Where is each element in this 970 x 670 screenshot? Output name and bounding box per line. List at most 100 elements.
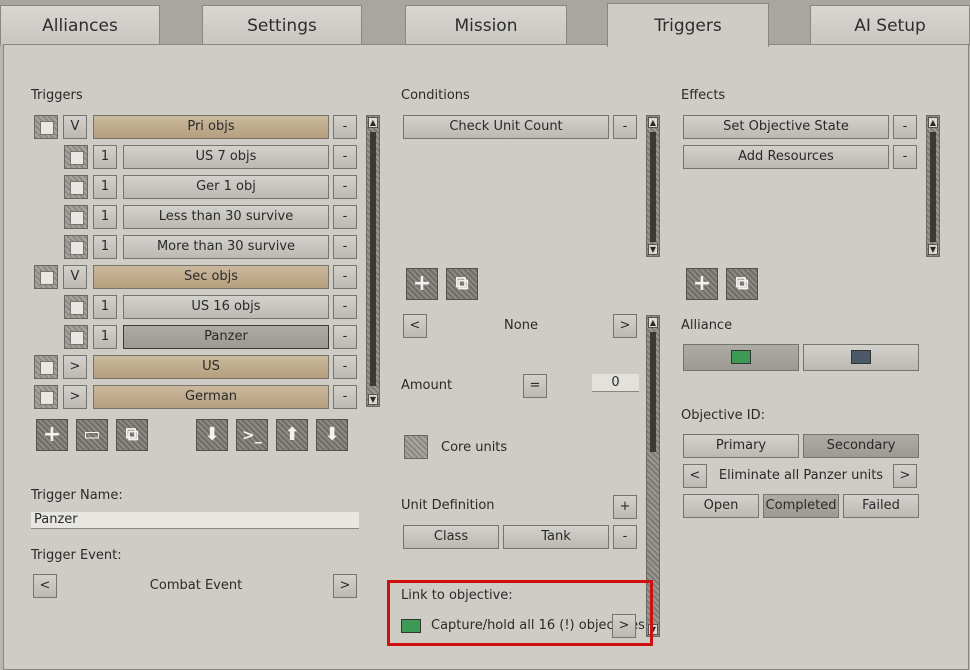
trigger-count: 1: [93, 175, 117, 199]
trigger-item-german[interactable]: German: [93, 385, 329, 409]
trigger-checkbox[interactable]: [64, 175, 88, 199]
trigger-event-next-button[interactable]: >: [333, 574, 357, 598]
trigger-name-input[interactable]: Panzer: [31, 512, 359, 529]
alliance-green-swatch: [731, 350, 751, 364]
trigger-checkbox[interactable]: [34, 355, 58, 379]
console-icon[interactable]: >_: [236, 419, 268, 451]
add-effect-button[interactable]: +: [686, 268, 718, 300]
copy-condition-icon[interactable]: ⧉: [446, 268, 478, 300]
remove-trigger-button[interactable]: -: [333, 355, 357, 379]
copy-effect-icon[interactable]: ⧉: [726, 268, 758, 300]
trigger-event-value: Combat Event: [149, 578, 243, 593]
add-unit-definition-button[interactable]: +: [613, 495, 637, 519]
remove-trigger-button[interactable]: -: [333, 265, 357, 289]
trigger-expand-toggle[interactable]: V: [63, 115, 87, 139]
trigger-item-us-16-objs[interactable]: US 16 objs: [123, 295, 329, 319]
remove-effect-button[interactable]: -: [893, 145, 917, 169]
add-condition-button[interactable]: +: [406, 268, 438, 300]
effect-item-set-objective-state[interactable]: Set Objective State: [683, 115, 889, 139]
condition-item-check-unit-count[interactable]: Check Unit Count: [403, 115, 609, 139]
trigger-checkbox[interactable]: [34, 115, 58, 139]
trigger-checkbox[interactable]: [34, 265, 58, 289]
copy-trigger-icon[interactable]: ⧉: [116, 419, 148, 451]
remove-trigger-button[interactable]: -: [333, 145, 357, 169]
alliance-option-green[interactable]: [683, 344, 799, 371]
scrollbar-thumb[interactable]: [370, 132, 376, 386]
effect-item-add-resources[interactable]: Add Resources: [683, 145, 889, 169]
trigger-item-ger-1-obj[interactable]: Ger 1 obj: [123, 175, 329, 199]
tab-alliances[interactable]: Alliances: [0, 5, 160, 45]
scroll-down-arrow-icon[interactable]: ▼: [368, 394, 378, 405]
state-failed-button[interactable]: Failed: [843, 494, 919, 518]
remove-unit-definition-button[interactable]: -: [613, 525, 637, 549]
scroll-up-arrow-icon[interactable]: ▲: [928, 117, 938, 128]
trigger-event-prev-button[interactable]: <: [33, 574, 57, 598]
highlight-box: [387, 580, 653, 646]
unit-def-class-cell[interactable]: Class: [403, 525, 499, 549]
unit-definition-label: Unit Definition: [401, 498, 495, 513]
trigger-item-pri-objs[interactable]: Pri objs: [93, 115, 329, 139]
remove-trigger-button[interactable]: -: [333, 295, 357, 319]
tab-triggers[interactable]: Triggers: [607, 3, 769, 47]
objective-type-secondary[interactable]: Secondary: [803, 434, 919, 458]
remove-trigger-button[interactable]: -: [333, 385, 357, 409]
import-icon[interactable]: ⬇: [196, 419, 228, 451]
trigger-checkbox[interactable]: [64, 205, 88, 229]
effects-scrollbar[interactable]: ▲ ▼: [926, 115, 940, 257]
state-open-button[interactable]: Open: [683, 494, 759, 518]
trigger-item-us-7-objs[interactable]: US 7 objs: [123, 145, 329, 169]
trigger-count: 1: [93, 325, 117, 349]
scrollbar-thumb[interactable]: [650, 132, 656, 242]
trigger-checkbox[interactable]: [64, 145, 88, 169]
move-down-icon[interactable]: ⬇: [316, 419, 348, 451]
tab-mission[interactable]: Mission: [405, 5, 567, 45]
scroll-up-arrow-icon[interactable]: ▲: [648, 117, 658, 128]
move-up-icon[interactable]: ⬆: [276, 419, 308, 451]
trigger-item-panzer[interactable]: Panzer: [123, 325, 329, 349]
objective-prev-button[interactable]: <: [683, 464, 707, 488]
trigger-item-sec-objs[interactable]: Sec objs: [93, 265, 329, 289]
core-units-checkbox[interactable]: [404, 435, 428, 459]
triggers-heading: Triggers: [31, 88, 83, 103]
scroll-up-arrow-icon[interactable]: ▲: [368, 117, 378, 128]
remove-trigger-button[interactable]: -: [333, 205, 357, 229]
scrollbar-thumb[interactable]: [650, 332, 656, 452]
trigger-item-less-than-30[interactable]: Less than 30 survive: [123, 205, 329, 229]
scroll-up-arrow-icon[interactable]: ▲: [648, 317, 658, 328]
trigger-item-us[interactable]: US: [93, 355, 329, 379]
condition-selector-value: None: [504, 318, 538, 333]
conditions-scrollbar[interactable]: ▲ ▼: [646, 115, 660, 257]
trigger-checkbox[interactable]: [64, 295, 88, 319]
amount-input[interactable]: 0: [592, 374, 639, 392]
remove-trigger-button[interactable]: -: [333, 175, 357, 199]
remove-trigger-button[interactable]: -: [333, 325, 357, 349]
tab-settings[interactable]: Settings: [202, 5, 362, 45]
scroll-down-arrow-icon[interactable]: ▼: [928, 244, 938, 255]
trigger-expand-toggle[interactable]: >: [63, 355, 87, 379]
scrollbar-thumb[interactable]: [930, 132, 936, 242]
folder-icon[interactable]: ▭: [76, 419, 108, 451]
trigger-list-scrollbar[interactable]: ▲ ▼: [366, 115, 380, 407]
condition-next-button[interactable]: >: [613, 314, 637, 338]
operator-button[interactable]: =: [523, 374, 547, 398]
state-completed-button[interactable]: Completed: [763, 494, 839, 518]
trigger-checkbox[interactable]: [64, 325, 88, 349]
remove-trigger-button[interactable]: -: [333, 235, 357, 259]
trigger-item-more-than-30[interactable]: More than 30 survive: [123, 235, 329, 259]
trigger-checkbox[interactable]: [34, 385, 58, 409]
trigger-expand-toggle[interactable]: V: [63, 265, 87, 289]
condition-prev-button[interactable]: <: [403, 314, 427, 338]
trigger-checkbox[interactable]: [64, 235, 88, 259]
trigger-expand-toggle[interactable]: >: [63, 385, 87, 409]
remove-effect-button[interactable]: -: [893, 115, 917, 139]
remove-condition-button[interactable]: -: [613, 115, 637, 139]
objective-type-primary[interactable]: Primary: [683, 434, 799, 458]
alliance-option-blue[interactable]: [803, 344, 919, 371]
objective-id-label: Objective ID:: [681, 408, 765, 423]
remove-trigger-button[interactable]: -: [333, 115, 357, 139]
add-trigger-button[interactable]: +: [36, 419, 68, 451]
objective-next-button[interactable]: >: [893, 464, 917, 488]
scroll-down-arrow-icon[interactable]: ▼: [648, 244, 658, 255]
unit-def-tank-cell[interactable]: Tank: [503, 525, 609, 549]
tab-ai-setup[interactable]: AI Setup: [810, 5, 970, 45]
